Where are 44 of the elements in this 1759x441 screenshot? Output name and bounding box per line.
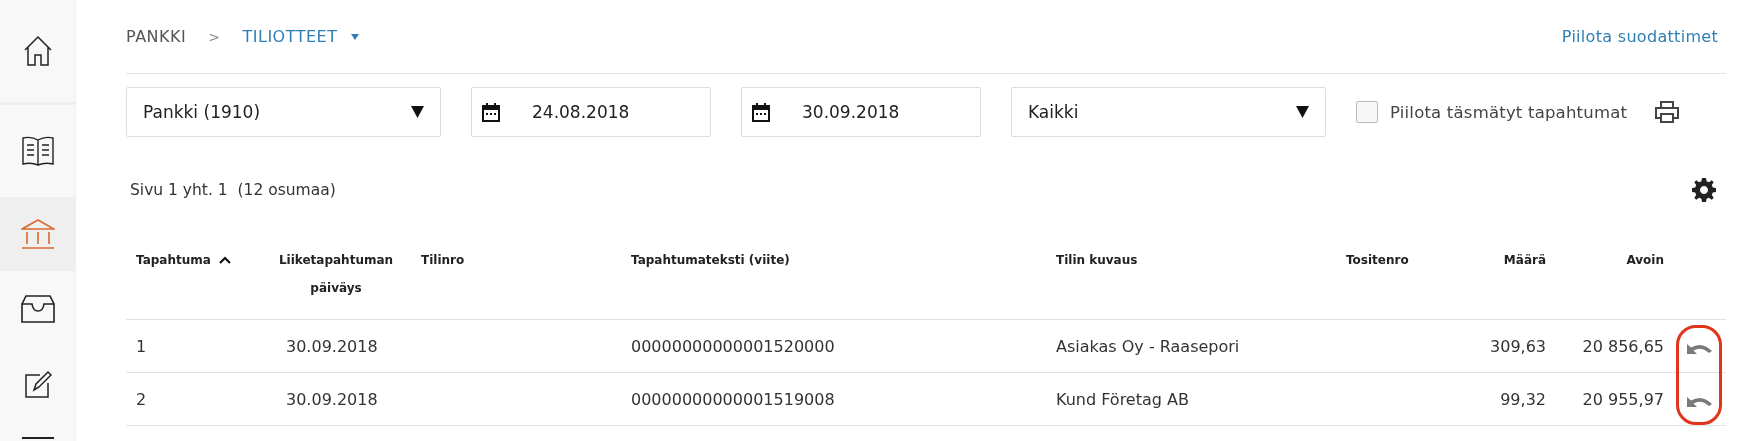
print-icon[interactable] [1655,101,1680,123]
column-header[interactable]: Tilinro [421,246,465,274]
calendar-icon [752,102,770,122]
table-cell: 20 856,65 [1582,336,1664,356]
table-cell: 309,63 [1490,336,1546,356]
table-cell: Asiakas Oy - Raasepori [1056,336,1240,356]
bank-icon [20,218,55,249]
table-cell: 1 [136,336,147,356]
book-icon [21,135,54,166]
table-cell: 00000000000001520000 [631,336,835,356]
column-header[interactable]: Määrä [1503,246,1546,274]
calendar-icon [482,102,500,122]
inbox-icon [20,294,55,323]
hide-filters-link[interactable]: Piilota suodattimet [1561,27,1718,46]
table-cell: 30.09.2018 [286,389,378,409]
table-cell: 2 [136,389,147,409]
column-header[interactable]: Tapahtuma [136,246,231,274]
table-cell: 30.09.2018 [286,336,378,356]
start-date-field[interactable]: 24.08.2018 [471,87,711,137]
column-header[interactable]: Tilin kuvaus [1056,246,1138,274]
end-date-field[interactable]: 30.09.2018 [741,87,981,137]
column-header[interactable]: Tapahtumateksti (viite) [631,246,790,274]
home-icon [22,34,53,67]
settings-icon[interactable] [1692,178,1716,202]
column-header[interactable]: Avoin [1626,246,1664,274]
table-cell: 99,32 [1500,389,1546,409]
caret-icon [411,106,424,118]
table-cell: Kund Företag AB [1056,389,1189,409]
status-select[interactable]: Kaikki [1011,87,1326,137]
breadcrumb-current[interactable]: TILIOTTEET [242,27,338,46]
breadcrumb-separator: > [208,28,221,45]
checkbox[interactable] [1356,101,1378,123]
edit-icon [23,369,52,398]
checkbox-label[interactable]: Piilota täsmätyt tapahtumat [1390,102,1628,122]
caret-icon [1296,106,1309,118]
page-info: Sivu 1 yht. 1 (12 osumaa) [130,181,336,199]
table-cell: 20 955,97 [1582,389,1664,409]
account-select[interactable]: Pankki (1910) [126,87,441,137]
column-header[interactable]: Tositenro [1346,246,1409,274]
dropdown-caret-icon[interactable] [351,33,360,40]
sort-ascending-icon [218,256,231,264]
breadcrumb-link[interactable]: PANKKI [126,27,187,46]
column-header[interactable]: Liiketapahtuman päiväys [266,246,406,302]
table-cell: 00000000000001519008 [631,389,835,409]
